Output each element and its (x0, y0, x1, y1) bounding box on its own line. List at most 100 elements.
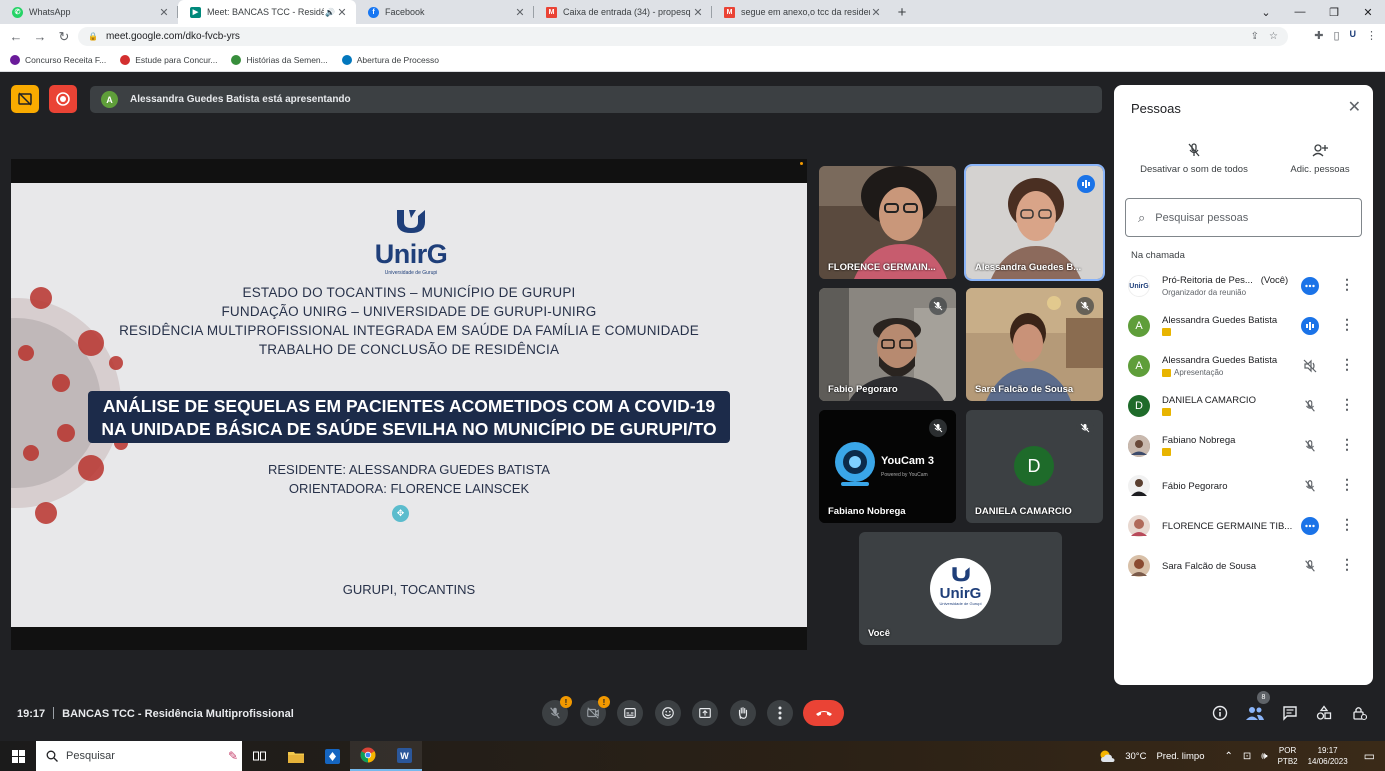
close-window-icon[interactable]: ✕ (1351, 0, 1385, 24)
mute-all-button[interactable]: Desativar o som de todos (1134, 142, 1254, 175)
camera-button[interactable]: ! (580, 696, 610, 726)
list-item[interactable]: Sara Falcão de Sousa ⋮ (1114, 546, 1373, 586)
new-tab-button[interactable]: + (890, 0, 914, 24)
meeting-details-icon[interactable] (1210, 703, 1230, 723)
tab-gmail-message[interactable]: M segue em anexo,o tcc da residen ✕ (712, 0, 890, 24)
tab-search-icon[interactable]: ⌄ (1249, 0, 1283, 24)
more-options-icon[interactable]: ⋮ (1340, 476, 1354, 493)
extensions-icon[interactable]: ✚ (1314, 29, 1323, 42)
reload-icon[interactable]: ↻ (52, 29, 76, 45)
participant-tile[interactable]: Sara Falcão de Sousa (966, 288, 1103, 401)
tray-chevron-icon[interactable]: ⌃ (1225, 751, 1233, 762)
word-icon[interactable]: W (386, 741, 422, 771)
present-screen-button[interactable] (692, 700, 718, 726)
close-icon[interactable]: ✕ (1348, 97, 1361, 117)
presenting-text: Alessandra Guedes Batista está apresenta… (130, 94, 351, 105)
participant-tile[interactable]: Alessandra Guedes B... (964, 164, 1105, 281)
recording-button[interactable] (49, 85, 77, 113)
microphone-button[interactable]: ! (542, 696, 572, 726)
youcam-label: YouCam 3 (881, 455, 934, 467)
participant-tile[interactable]: FLORENCE GERMAIN... (819, 166, 956, 279)
windows-start-icon[interactable] (0, 749, 36, 763)
close-tab-icon[interactable]: ✕ (870, 6, 882, 19)
captions-button[interactable] (617, 700, 643, 726)
more-options-icon[interactable]: ⋮ (1340, 516, 1354, 533)
restore-icon[interactable]: ❐ (1317, 0, 1351, 24)
participant-tile[interactable]: YouCam 3 Powered by YouCam Fabiano Nobre… (819, 410, 956, 523)
close-tab-icon[interactable]: ✕ (336, 6, 348, 19)
participant-tile[interactable]: Fabio Pegoraro (819, 288, 956, 401)
weather-temp: 30°C (1125, 750, 1147, 762)
activities-icon[interactable] (1314, 703, 1334, 723)
list-item[interactable]: FLORENCE GERMAINE TIB... ⋮ (1114, 506, 1373, 546)
minimize-icon[interactable]: — (1283, 0, 1317, 24)
list-item[interactable]: Fábio Pegoraro ⋮ (1114, 466, 1373, 506)
bookmark-item[interactable]: Abertura de Processo (341, 55, 439, 65)
notifications-icon[interactable]: ▭ (1364, 749, 1375, 763)
more-options-icon[interactable]: ⋮ (1340, 436, 1354, 453)
mic-off-icon (1076, 297, 1094, 315)
taskbar-search-input[interactable]: Pesquisar ✎ (36, 741, 242, 771)
more-options-button[interactable] (767, 700, 793, 726)
host-controls-icon[interactable] (1349, 703, 1369, 723)
bookmark-icon (341, 55, 352, 65)
address-bar[interactable]: 🔒 meet.google.com/dko-fvcb-yrs ⇪ ☆ (78, 27, 1288, 46)
chrome-icon[interactable] (350, 741, 386, 771)
tab-meet[interactable]: ▶ Meet: BANCAS TCC - Residê 🔊 ✕ (178, 0, 356, 24)
pinned-app-icon[interactable] (314, 741, 350, 771)
mic-off-icon (929, 419, 947, 437)
list-item[interactable]: A Alessandra Guedes Batista ⋮ (1114, 306, 1373, 346)
language-code: POR (1278, 746, 1297, 755)
back-icon[interactable]: ← (4, 29, 28, 44)
close-tab-icon[interactable]: ✕ (158, 6, 170, 19)
speaker-icon[interactable]: 🔊 (324, 8, 336, 17)
slide-line: TRABALHO DE CONCLUSÃO DE RESIDÊNCIA (258, 342, 560, 357)
side-panel-icon[interactable]: ▯ (1333, 29, 1339, 42)
list-item[interactable]: Fabiano Nobrega ⋮ (1114, 426, 1373, 466)
search-people-input[interactable]: ⌕ Pesquisar pessoas (1125, 198, 1362, 237)
people-panel: Pessoas ✕ Desativar o som de todos Adic.… (1114, 85, 1373, 685)
self-tile[interactable]: UnirG Universidade de Gurupi Você (859, 532, 1062, 645)
bookmark-star-icon[interactable]: ☆ (1269, 31, 1278, 42)
leave-call-button[interactable] (803, 700, 844, 726)
file-explorer-icon[interactable] (278, 741, 314, 771)
volume-icon[interactable]: 🕪 (1261, 751, 1267, 762)
tab-gmail-inbox[interactable]: M Caixa de entrada (34) - propesq ✕ (534, 0, 712, 24)
bookmark-item[interactable]: Estude para Concur... (120, 55, 217, 65)
close-tab-icon[interactable]: ✕ (514, 6, 526, 19)
profile-avatar[interactable]: U (1350, 29, 1357, 42)
more-options-icon[interactable]: ⋮ (1340, 316, 1354, 333)
lock-icon[interactable]: 🔒 (88, 32, 98, 41)
task-view-icon[interactable] (242, 741, 278, 771)
tab-whatsapp[interactable]: ✆ WhatsApp ✕ (0, 0, 178, 24)
forward-icon[interactable]: → (28, 29, 52, 44)
browser-menu-icon[interactable]: ⋮ (1366, 29, 1377, 42)
bookmark-icon (120, 55, 131, 65)
reactions-button[interactable] (655, 700, 681, 726)
no-captions-button[interactable] (11, 85, 39, 113)
more-options-icon[interactable]: ⋮ (1340, 356, 1354, 373)
more-options-icon[interactable]: ⋮ (1340, 556, 1354, 573)
add-people-button[interactable]: Adic. pessoas (1284, 142, 1356, 175)
input-language[interactable]: POR PTB2 (1278, 745, 1298, 767)
people-icon[interactable] (1245, 703, 1265, 723)
tab-facebook[interactable]: f Facebook ✕ (356, 0, 534, 24)
raise-hand-button[interactable] (730, 700, 756, 726)
presentation-stage[interactable]: UnirG Universidade de Gurupi ESTADO DO T… (11, 159, 807, 650)
chat-icon[interactable] (1280, 703, 1300, 723)
participant-tile[interactable]: D DANIELA CAMARCIO (966, 410, 1103, 523)
network-icon[interactable]: ⊡ (1243, 751, 1251, 762)
share-icon[interactable]: ⇪ (1251, 31, 1259, 42)
system-clock[interactable]: 19:17 14/06/2023 (1308, 745, 1348, 767)
bookmark-item[interactable]: Histórias da Semen... (231, 55, 328, 65)
more-options-icon[interactable]: ⋮ (1340, 396, 1354, 413)
bookmark-item[interactable]: Concurso Receita F... (10, 55, 106, 65)
divider (53, 707, 55, 719)
slide-header-lines: ESTADO DO TOCANTINS – MUNICÍPIO DE GURUP… (11, 283, 807, 359)
list-item[interactable]: D DANIELA CAMARCIO ⋮ (1114, 386, 1373, 426)
close-tab-icon[interactable]: ✕ (692, 6, 704, 19)
list-item[interactable]: UnirG Pró-Reitoria de Pes... (Você) Orga… (1114, 266, 1373, 306)
list-item[interactable]: A Alessandra Guedes Batista Apresentação… (1114, 346, 1373, 386)
more-options-icon[interactable]: ⋮ (1340, 276, 1354, 293)
participant-avatar: D (1014, 446, 1054, 486)
